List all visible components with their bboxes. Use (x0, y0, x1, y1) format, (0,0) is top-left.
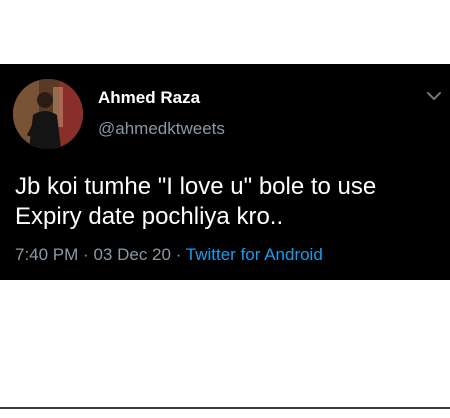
tweet-source-link[interactable]: Twitter for Android (186, 245, 323, 264)
tweet-date: 03 Dec 20 (93, 245, 171, 264)
tweet-text: Jb koi tumhe "I love u" bole to use Expi… (15, 172, 443, 232)
avatar-photo-icon (13, 79, 83, 149)
author-handle[interactable]: @ahmedktweets (98, 119, 225, 139)
tweet-text-line: Expiry date pochliya kro.. (15, 203, 284, 230)
chevron-down-icon[interactable] (426, 90, 442, 102)
meta-separator: · (175, 245, 182, 264)
tweet-meta: 7:40 PM · 03 Dec 20 · Twitter for Androi… (15, 245, 323, 265)
author-display-name[interactable]: Ahmed Raza (98, 88, 200, 108)
meta-separator: · (83, 245, 89, 264)
divider (0, 407, 450, 409)
tweet-card: Ahmed Raza @ahmedktweets Jb koi tumhe "I… (0, 64, 450, 280)
tweet-text-line: Jb koi tumhe "I love u" bole to use (15, 173, 377, 200)
avatar[interactable] (13, 79, 83, 149)
tweet-time: 7:40 PM (15, 245, 79, 264)
